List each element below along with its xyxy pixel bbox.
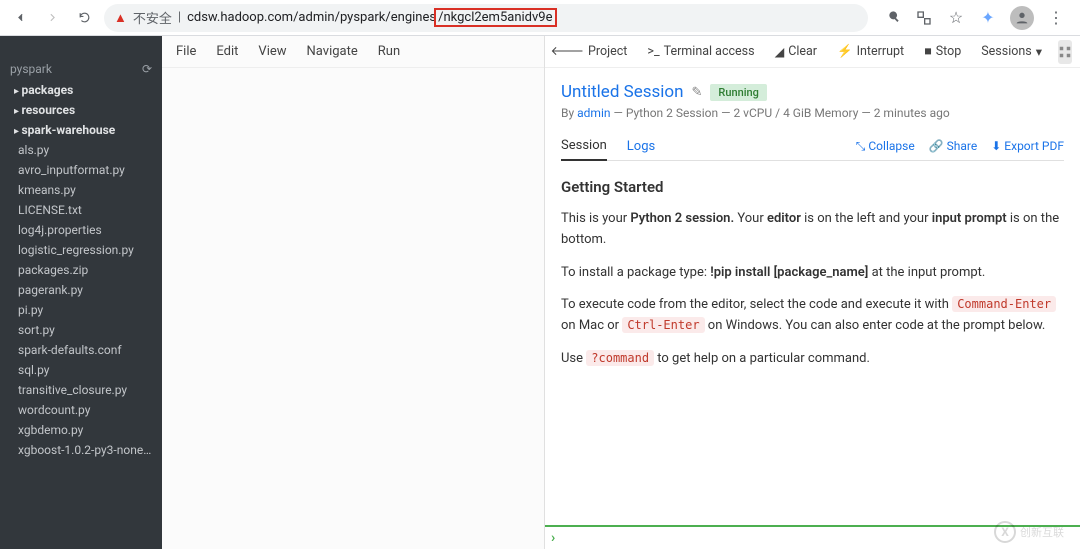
translate-icon[interactable]: [914, 8, 934, 28]
file-item[interactable]: als.py: [0, 140, 162, 160]
session-content: Getting Started This is your Python 2 se…: [545, 161, 1080, 396]
file-item[interactable]: kmeans.py: [0, 180, 162, 200]
menu-navigate[interactable]: Navigate: [307, 44, 358, 59]
file-item[interactable]: sql.py: [0, 360, 162, 380]
file-sidebar: pyspark ⟳ packages resources spark-wareh…: [0, 36, 162, 549]
session-meta: By admin — Python 2 Session — 2 vCPU / 4…: [561, 106, 1064, 120]
content-heading: Getting Started: [561, 175, 1064, 199]
share-icon: 🔗: [929, 139, 944, 153]
code-cmd-enter: Command-Enter: [952, 296, 1056, 312]
insecure-label: 不安全: [133, 8, 172, 27]
folder-item[interactable]: spark-warehouse: [0, 120, 162, 140]
browser-toolbar: ▲ 不安全 | cdsw.hadoop.com/admin/pyspark/en…: [0, 0, 1080, 36]
menu-view[interactable]: View: [258, 44, 286, 59]
content-p3: To execute code from the editor, select …: [561, 295, 1064, 337]
forward-button[interactable]: [40, 6, 64, 30]
bolt-icon: ⚡: [837, 44, 853, 59]
content-p4: Use ?command to get help on a particular…: [561, 349, 1064, 370]
content-p2: To install a package type: !pip install …: [561, 263, 1064, 284]
folder-item[interactable]: packages: [0, 80, 162, 100]
input-prompt[interactable]: ›: [545, 525, 1080, 549]
url-highlight: /nkgcl2em5anidv9e: [434, 8, 556, 27]
session-pane: 🡐Project >_Terminal access ◢Clear ⚡Inter…: [545, 36, 1080, 549]
profile-avatar[interactable]: [1010, 6, 1034, 30]
tab-logs[interactable]: Logs: [627, 133, 655, 160]
menu-edit[interactable]: Edit: [216, 44, 238, 59]
interrupt-button[interactable]: ⚡Interrupt: [829, 40, 912, 63]
back-arrow-icon: 🡐: [550, 44, 584, 59]
session-toolbar: 🡐Project >_Terminal access ◢Clear ⚡Inter…: [545, 36, 1080, 68]
file-item[interactable]: wordcount.py: [0, 400, 162, 420]
session-title: Untitled Session: [561, 82, 684, 102]
file-tree: packages resources spark-warehouse als.p…: [0, 80, 162, 460]
refresh-icon[interactable]: ⟳: [142, 62, 152, 76]
chevron-down-icon: ▾: [1036, 44, 1042, 60]
stop-button[interactable]: ■Stop: [916, 40, 969, 63]
terminal-icon: >_: [647, 44, 659, 59]
session-tabs: Session Logs ⤡Collapse 🔗Share ⬇Export PD…: [561, 132, 1064, 161]
sessions-dropdown[interactable]: Sessions▾: [973, 40, 1050, 64]
content-p1: This is your Python 2 session. Your edit…: [561, 209, 1064, 251]
key-icon[interactable]: [882, 8, 902, 28]
editor-menu: File Edit View Navigate Run: [162, 36, 544, 68]
editor-pane: File Edit View Navigate Run: [162, 36, 545, 549]
file-item[interactable]: sort.py: [0, 320, 162, 340]
menu-run[interactable]: Run: [378, 44, 400, 59]
share-link[interactable]: 🔗Share: [929, 139, 978, 153]
star-icon[interactable]: ☆: [946, 8, 966, 28]
status-badge: Running: [710, 84, 766, 101]
stop-icon: ■: [924, 44, 932, 59]
session-user[interactable]: admin: [577, 106, 610, 120]
edit-title-icon[interactable]: ✎: [692, 85, 703, 100]
file-item[interactable]: transitive_closure.py: [0, 380, 162, 400]
clear-button[interactable]: ◢Clear: [767, 40, 825, 64]
editor-body[interactable]: [162, 68, 544, 549]
file-item[interactable]: pi.py: [0, 300, 162, 320]
collapse-icon: ⤡: [856, 139, 866, 154]
project-name: pyspark: [10, 62, 52, 76]
prompt-chevron-icon: ›: [551, 530, 555, 546]
file-item[interactable]: avro_inputformat.py: [0, 160, 162, 180]
back-button[interactable]: [8, 6, 32, 30]
file-item[interactable]: LICENSE.txt: [0, 200, 162, 220]
tab-session[interactable]: Session: [561, 132, 607, 161]
address-bar[interactable]: ▲ 不安全 | cdsw.hadoop.com/admin/pyspark/en…: [104, 4, 868, 32]
menu-icon[interactable]: ⋮: [1046, 8, 1066, 28]
folder-item[interactable]: resources: [0, 100, 162, 120]
terminal-button[interactable]: >_Terminal access: [639, 40, 762, 63]
file-item[interactable]: xgboost-1.0.2-py3-none-man: [0, 440, 162, 460]
project-header[interactable]: pyspark ⟳: [0, 58, 162, 80]
export-link[interactable]: ⬇Export PDF: [991, 139, 1064, 153]
reload-button[interactable]: [72, 6, 96, 30]
code-help: ?command: [586, 350, 654, 366]
grid-button[interactable]: [1058, 40, 1072, 64]
file-item[interactable]: packages.zip: [0, 260, 162, 280]
file-item[interactable]: logistic_regression.py: [0, 240, 162, 260]
code-ctrl-enter: Ctrl-Enter: [622, 317, 704, 333]
file-item[interactable]: spark-defaults.conf: [0, 340, 162, 360]
file-item[interactable]: xgbdemo.py: [0, 420, 162, 440]
extension-icon[interactable]: ✦: [978, 8, 998, 28]
file-item[interactable]: log4j.properties: [0, 220, 162, 240]
collapse-link[interactable]: ⤡Collapse: [856, 139, 915, 154]
url-text: cdsw.hadoop.com/admin/pyspark/engines/nk…: [187, 10, 556, 25]
menu-file[interactable]: File: [176, 44, 196, 59]
file-item[interactable]: pagerank.py: [0, 280, 162, 300]
browser-actions: ☆ ✦ ⋮: [876, 6, 1072, 30]
project-button[interactable]: 🡐Project: [542, 40, 635, 63]
eraser-icon: ◢: [775, 44, 785, 60]
insecure-icon: ▲: [114, 10, 127, 26]
download-icon: ⬇: [991, 139, 1001, 153]
